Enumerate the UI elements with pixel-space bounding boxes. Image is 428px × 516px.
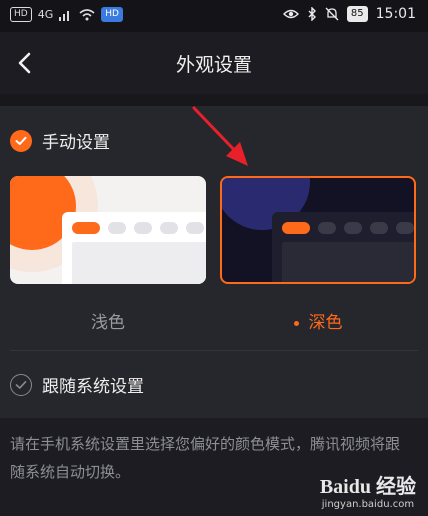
hd-badge: HD [101,7,123,22]
status-bar: HD 4G HD 85 15:01 [0,0,428,32]
follow-system-label: 跟随系统设置 [42,377,144,397]
eye-icon [282,9,299,19]
dark-theme-label-text: 深色 [308,313,343,333]
watermark-url: jingyan.baidu.com [321,499,415,510]
signal-indicator: 4G [37,8,54,21]
divider [10,350,418,351]
light-theme-preview [10,176,206,284]
mute-bell-icon [325,7,339,21]
unchecked-icon [10,373,32,396]
manual-setting-option[interactable]: 手动设置 [10,128,110,153]
checked-icon [10,129,32,152]
appearance-panel: 手动设置 浅色 深色 跟随系统设置 [0,106,428,418]
bluetooth-icon [308,7,316,21]
status-indicators: HD 4G HD [10,7,123,22]
battery-level: 85 [346,6,368,22]
clock: 15:01 [375,6,416,22]
dark-theme-preview [222,178,414,282]
light-theme-label[interactable]: 浅色 [10,308,206,333]
manual-setting-label: 手动设置 [42,133,110,153]
baidu-jingyan-watermark: Baidu 经验 jingyan.baidu.com [320,470,416,510]
dark-theme-label[interactable]: 深色 [220,308,416,333]
selected-dot-icon [293,320,299,326]
hd-indicator: HD [10,7,32,22]
app-header: 外观设置 [0,32,428,94]
follow-system-option[interactable]: 跟随系统设置 [10,372,144,397]
wifi-icon [79,8,95,20]
signal-bars-icon [59,10,70,21]
watermark-brand: Baidu 经验 [319,476,416,498]
page-title: 外观设置 [175,54,252,76]
section-gap [0,94,428,106]
dark-theme-card[interactable] [220,176,416,284]
status-right: 85 15:01 [282,6,416,22]
light-theme-card[interactable] [10,176,206,284]
